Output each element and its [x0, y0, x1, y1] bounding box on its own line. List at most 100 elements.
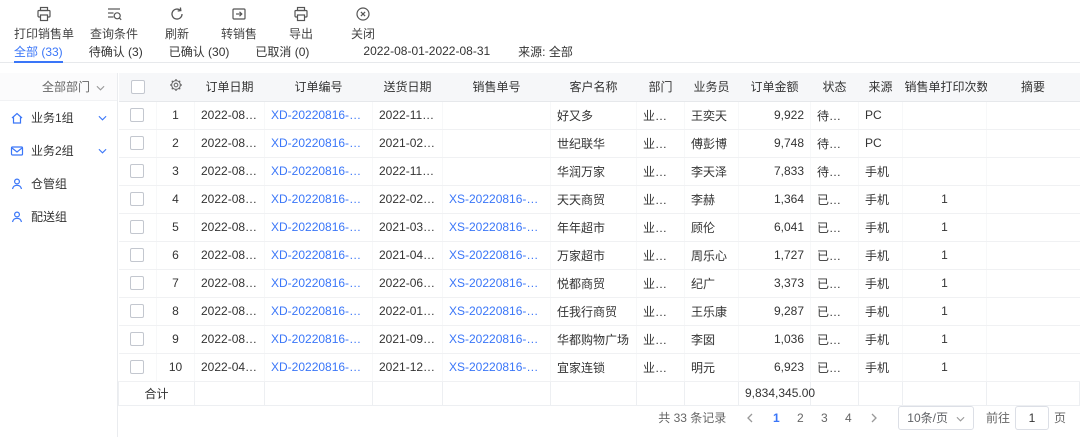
row-number: 4	[157, 185, 195, 213]
page-number[interactable]: 2	[790, 407, 810, 429]
column-header[interactable]: 来源	[859, 73, 903, 101]
table-row[interactable]: 62022-08-11XD-20220816-0000132021-04-14X…	[119, 241, 1080, 269]
query-conditions-button[interactable]: 查询条件	[82, 6, 146, 42]
sales-no-link[interactable]: XS-20220816-000015	[443, 185, 551, 213]
goto-label: 前往	[986, 409, 1010, 426]
table-row[interactable]: 102022-04-11XD-20220816-0000092021-12-12…	[119, 353, 1080, 381]
tab-cancelled[interactable]: 已取消 (0)	[255, 40, 309, 62]
sidebar-item-business-group-1[interactable]: 业务1组	[0, 101, 117, 134]
column-header[interactable]: 摘要	[987, 73, 1080, 101]
row-checkbox[interactable]	[130, 360, 144, 374]
goto-page-input[interactable]	[1015, 406, 1049, 430]
order-no-link[interactable]: XD-20220816-000009	[265, 353, 373, 381]
row-checkbox[interactable]	[130, 164, 144, 178]
toolbar: 打印销售单 查询条件 刷新 转销售 导	[0, 0, 1080, 40]
select-all-checkbox[interactable]	[131, 80, 145, 94]
department-select[interactable]: 全部部门	[0, 73, 117, 101]
column-header[interactable]: 送货日期	[373, 73, 443, 101]
amount-cell: 1,364	[739, 185, 811, 213]
sales-no-link[interactable]: XS-20220816-000014	[443, 213, 551, 241]
prev-page-button[interactable]	[740, 407, 760, 429]
order-no-link[interactable]: XD-20220816-000013	[265, 241, 373, 269]
sales-no-link[interactable]: XS-20220816-000013	[443, 241, 551, 269]
column-header[interactable]: 业务员	[685, 73, 739, 101]
delivery-date-cell: 2021-03-12	[373, 213, 443, 241]
tab-confirmed[interactable]: 已确认 (30)	[169, 40, 230, 62]
row-checkbox[interactable]	[130, 192, 144, 206]
table-row[interactable]: 32022-08-14XD-20220816-0000162022-11-01华…	[119, 157, 1080, 185]
tab-all[interactable]: 全部 (33)	[14, 40, 63, 62]
column-header[interactable]: 订单编号	[265, 73, 373, 101]
row-checkbox[interactable]	[130, 136, 144, 150]
row-checkbox[interactable]	[130, 248, 144, 262]
print-sales-order-button[interactable]: 打印销售单	[6, 6, 82, 42]
refresh-button[interactable]: 刷新	[146, 6, 208, 42]
next-page-button[interactable]	[864, 407, 884, 429]
content-area: 全部部门 业务1组 业务2组	[0, 63, 1080, 437]
sidebar-item-warehouse-group[interactable]: 仓管组	[0, 167, 117, 200]
table-row[interactable]: 52022-08-12XD-20220816-0000142021-03-12X…	[119, 213, 1080, 241]
chevron-down-icon[interactable]	[98, 148, 107, 154]
row-checkbox-cell	[119, 157, 157, 185]
gear-icon[interactable]	[169, 78, 183, 92]
chevron-down-icon[interactable]	[98, 115, 107, 121]
sales-no-link[interactable]: XS-20220816-000009	[443, 353, 551, 381]
order-no-link[interactable]: XD-20220816-000015	[265, 185, 373, 213]
table-row[interactable]: 92022-08-08XD-20220816-0000102021-09-13X…	[119, 325, 1080, 353]
date-range-filter[interactable]: 2022-08-01-2022-08-31	[363, 40, 490, 62]
order-no-link[interactable]: XD-20220816-000018	[265, 101, 373, 129]
table-row[interactable]: 22022-08-15XD-20220816-0000172021-02-06世…	[119, 129, 1080, 157]
source-filter[interactable]: 来源: 全部	[518, 40, 573, 62]
table-row[interactable]: 42022-08-13XD-20220816-0000152022-02-20X…	[119, 185, 1080, 213]
customer-cell: 宜家连锁	[551, 353, 637, 381]
customer-cell: 万家超市	[551, 241, 637, 269]
source-cell: 手机	[859, 241, 903, 269]
row-checkbox-cell	[119, 353, 157, 381]
summary-cell	[987, 101, 1080, 129]
department-cell: 业务二部	[637, 269, 685, 297]
column-header[interactable]: 客户名称	[551, 73, 637, 101]
page-number[interactable]: 4	[838, 407, 858, 429]
source-cell: PC	[859, 129, 903, 157]
order-date-cell: 2022-08-14	[195, 157, 265, 185]
transfer-to-sales-button[interactable]: 转销售	[208, 6, 270, 42]
order-no-link[interactable]: XD-20220816-000012	[265, 269, 373, 297]
column-header[interactable]: 订单金额	[739, 73, 811, 101]
sales-no-link[interactable]: XS-20220816-000010	[443, 325, 551, 353]
print-count-cell: 1	[903, 185, 987, 213]
print-count-cell: 1	[903, 241, 987, 269]
tab-pending-confirm[interactable]: 待确认 (3)	[89, 40, 143, 62]
export-button[interactable]: 导出	[270, 6, 332, 42]
row-checkbox[interactable]	[130, 220, 144, 234]
row-checkbox-cell	[119, 297, 157, 325]
column-header[interactable]: 订单日期	[195, 73, 265, 101]
order-no-link[interactable]: XD-20220816-000011	[265, 297, 373, 325]
row-checkbox-cell	[119, 185, 157, 213]
row-checkbox[interactable]	[130, 332, 144, 346]
sales-no-link[interactable]: XS-20220816-000011	[443, 297, 551, 325]
transfer-icon	[231, 6, 247, 22]
order-no-link[interactable]: XD-20220816-000010	[265, 325, 373, 353]
table-row[interactable]: 82022-08-09XD-20220816-0000112022-01-09X…	[119, 297, 1080, 325]
page-size-select[interactable]: 10条/页	[898, 406, 974, 430]
order-no-link[interactable]: XD-20220816-000016	[265, 157, 373, 185]
row-number: 3	[157, 157, 195, 185]
close-button[interactable]: 关闭	[332, 6, 394, 42]
table-row[interactable]: 72022-08-10XD-20220816-0000122022-06-16X…	[119, 269, 1080, 297]
table-row[interactable]: 12022-08-16XD-20220816-0000182022-11-07好…	[119, 101, 1080, 129]
sales-no-link[interactable]: XS-20220816-000012	[443, 269, 551, 297]
sidebar-item-business-group-2[interactable]: 业务2组	[0, 134, 117, 167]
column-header[interactable]: 销售单号	[443, 73, 551, 101]
row-checkbox[interactable]	[130, 276, 144, 290]
row-checkbox[interactable]	[130, 304, 144, 318]
row-checkbox[interactable]	[130, 108, 144, 122]
order-no-link[interactable]: XD-20220816-000014	[265, 213, 373, 241]
page-number[interactable]: 3	[814, 407, 834, 429]
column-header[interactable]: 销售单打印次数	[903, 73, 987, 101]
sidebar-item-delivery-group[interactable]: 配送组	[0, 200, 117, 233]
column-header[interactable]: 部门	[637, 73, 685, 101]
order-no-link[interactable]: XD-20220816-000017	[265, 129, 373, 157]
column-header[interactable]: 状态	[811, 73, 859, 101]
chevron-down-icon	[956, 411, 965, 425]
page-number[interactable]: 1	[766, 407, 786, 429]
